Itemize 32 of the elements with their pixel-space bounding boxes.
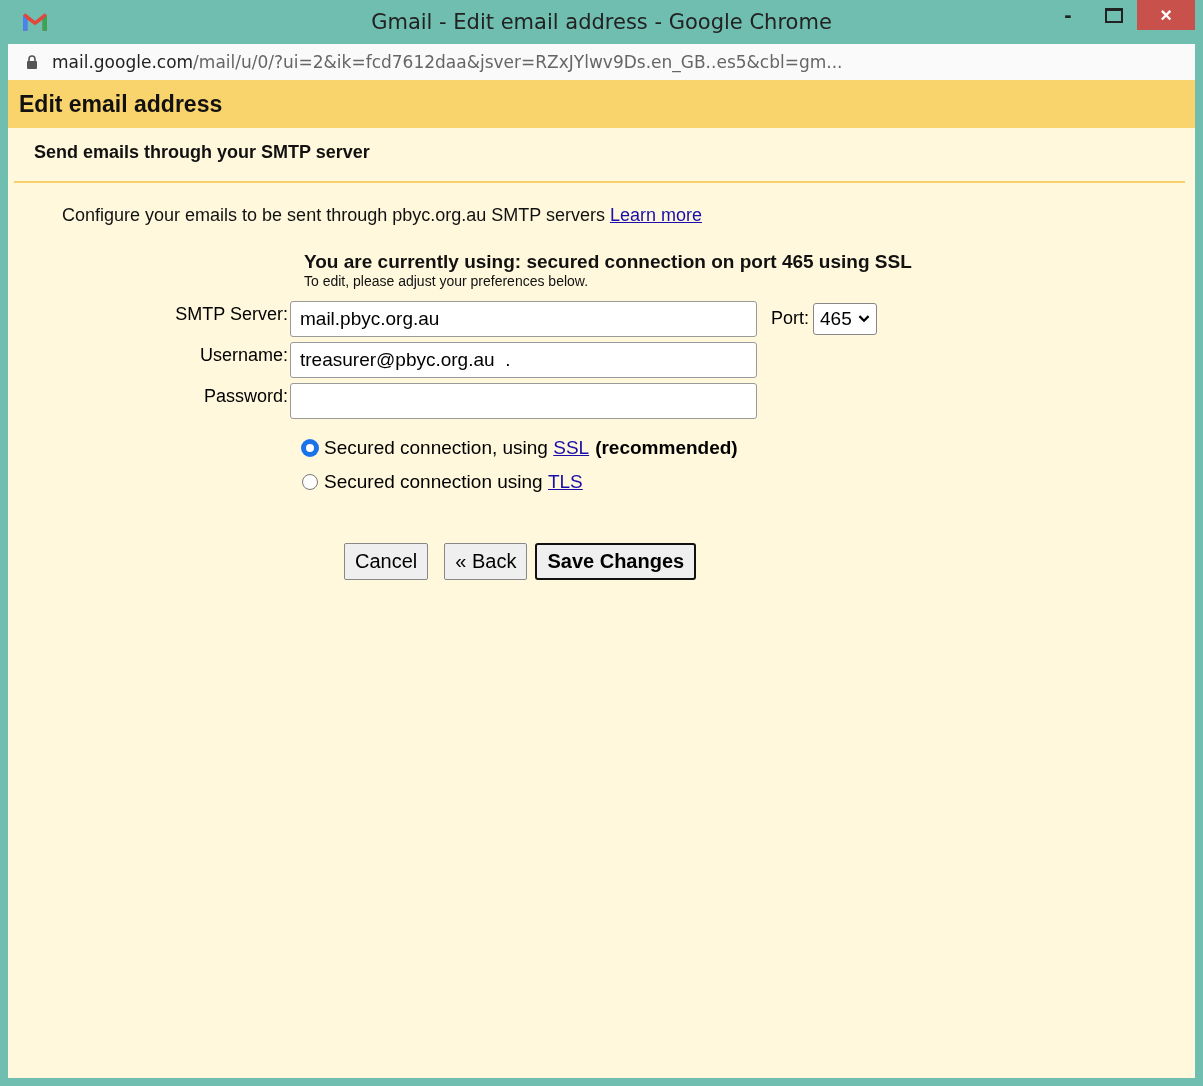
close-button[interactable]: × — [1137, 0, 1195, 30]
input-field[interactable] — [290, 382, 757, 419]
section-title: Send emails through your SMTP server — [14, 128, 1185, 183]
chevron-icon — [857, 314, 870, 323]
status-hint: To edit, please adjust your preferences below. — [304, 273, 590, 289]
address-bar[interactable]: mail.google.com/mail/u/0/?ui=2&ik=fcd7612daa&jsver=RZxJYlwv9Ds.en_GB..es5&cbl=gm... — [8, 44, 1195, 80]
radio-button[interactable] — [302, 440, 318, 456]
recommended-note: (recommended) — [595, 437, 738, 459]
option-link[interactable]: TLS — [547, 471, 583, 493]
radio-button[interactable] — [302, 474, 318, 490]
window-title: Gmail - Edit email address - Google Chrome — [371, 10, 832, 34]
field-label: SMTP Server: — [174, 303, 289, 325]
option-link[interactable]: SSL — [553, 437, 590, 459]
dialog-button[interactable]: Save Changes — [535, 543, 697, 580]
option-label: Secured connection using — [324, 471, 544, 493]
option-label: Secured connection, using — [324, 437, 549, 459]
status-title: You are currently using: secured connection on port 465 using SSL — [304, 251, 913, 273]
input-field[interactable]: mail.pbyc.org.au — [290, 300, 757, 337]
url-text: mail.google.com/mail/u/0/?ui=2&ik=fcd7612daa&jsver=RZxJYlwv9Ds.en_GB..es5&cbl=gm... — [52, 52, 843, 72]
input-field[interactable]: treasurer@pbyc.org.au . — [290, 341, 757, 378]
field-label: Password: — [202, 385, 289, 407]
dialog-button[interactable]: « Back — [444, 543, 528, 580]
intro-text: Configure your emails to be sent through pbyc.org.au SMTP servers — [62, 205, 605, 225]
port-label: Port: — [771, 308, 809, 329]
dialog-title: Edit email address — [19, 90, 223, 118]
lock-icon — [26, 55, 38, 69]
minimize-button[interactable]: - — [1045, 0, 1091, 30]
learn-more-link[interactable]: Learn more — [609, 205, 702, 225]
field-label: Username: — [198, 344, 289, 366]
dialog-button[interactable]: Cancel — [344, 543, 429, 580]
port-select[interactable]: 465 — [813, 302, 877, 335]
gmail-logo-icon — [22, 12, 48, 32]
